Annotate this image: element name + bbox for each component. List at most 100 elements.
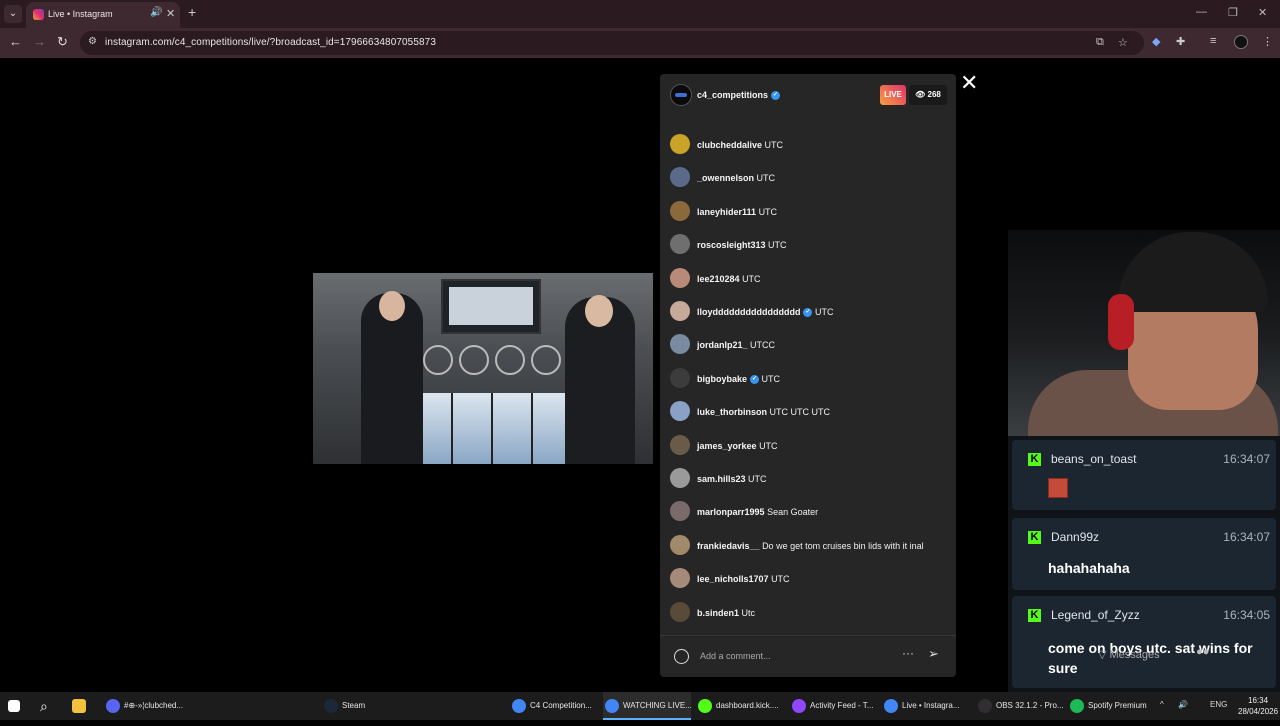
commenter-avatar[interactable] [670, 200, 690, 221]
kick-username: Dann99z [1051, 530, 1100, 544]
taskbar-app[interactable]: Spotify Premium [1068, 692, 1154, 720]
commenter-username[interactable]: marlonparr1995 Sean Goater [697, 507, 818, 517]
window-close-button[interactable]: ✕ [1258, 6, 1267, 19]
commenter-username[interactable]: sam.hills23 UTC [697, 474, 767, 484]
commenter-avatar[interactable] [670, 401, 690, 422]
comment-input[interactable] [700, 648, 890, 664]
taskbar-app[interactable]: C4 Competition... [510, 692, 598, 720]
commenter-username[interactable]: frankiedavis__ Do we get tom cruises bin… [697, 541, 924, 551]
commenter-username[interactable]: jordanlp21_ UTCC [697, 340, 775, 350]
taskbar-app-label: Activity Feed - T... [810, 701, 874, 710]
live-comment: roscosleight313 UTC [670, 234, 950, 256]
comment-text: UTC [814, 307, 834, 317]
tray-overflow-icon[interactable]: ^ [1160, 700, 1164, 709]
send-icon[interactable]: ➢ [928, 646, 939, 662]
commenter-username[interactable]: lloydddddddddddddddd ✓ UTC [697, 307, 834, 318]
commenter-username[interactable]: james_yorkee UTC [697, 441, 778, 451]
taskbar-app-icon [698, 699, 712, 713]
live-chat-panel: c4_competitions ✓ LIVE 👁 268 clubcheddali… [660, 74, 956, 677]
commenter-username[interactable]: lee210284 UTC [697, 274, 761, 284]
messages-overlay-label: ▽ Messages [1098, 649, 1160, 661]
commenter-avatar[interactable] [670, 134, 690, 154]
live-comment: sam.hills23 UTC [670, 468, 950, 490]
commenter-username[interactable]: luke_thorbinson UTC UTC UTC [697, 407, 830, 417]
comment-text: UTC [758, 206, 778, 217]
new-tab-button[interactable]: + [188, 4, 196, 20]
close-live-icon[interactable]: ✕ [960, 70, 978, 96]
kick-logo-icon: K [1028, 531, 1041, 544]
tab-instagram-live[interactable]: Live • Instagram 🔊 ✕ [26, 2, 180, 28]
taskbar-app-label: #⊕-»¦clubched... [124, 701, 184, 710]
forward-button[interactable]: → [33, 34, 46, 49]
install-app-icon[interactable]: ⧉ [1096, 36, 1104, 49]
taskbar-app[interactable]: OBS 32.1.2 - Pro... [976, 692, 1064, 720]
commenter-avatar[interactable] [670, 434, 690, 455]
commenter-avatar[interactable] [670, 334, 690, 355]
commenter-avatar[interactable] [670, 367, 690, 388]
comment-text: UTC [748, 474, 767, 484]
commenter-avatar[interactable] [670, 301, 690, 321]
tab-search-button[interactable]: ⌄ [4, 5, 22, 23]
commenter-avatar[interactable] [670, 568, 690, 589]
extensions-puzzle-icon[interactable]: ✚ [1176, 35, 1185, 48]
back-button[interactable]: ← [9, 34, 22, 49]
commenter-username[interactable]: clubcheddalive UTC [697, 140, 783, 150]
commenter-username[interactable]: _owennelson UTC [697, 173, 775, 183]
commenter-username[interactable]: bigboybake ✓ UTC [697, 374, 780, 384]
taskbar-app[interactable]: Steam [322, 692, 382, 720]
commenter-username[interactable]: laneyhider111 UTC [697, 207, 777, 217]
language-indicator[interactable]: ENG [1210, 700, 1227, 709]
kick-message: K beans_on_toast 16:34:07 [1012, 440, 1276, 510]
emoji-icon[interactable] [674, 649, 689, 664]
kick-timestamp: 16:34:07 [1223, 452, 1270, 466]
verified-badge-icon: ✓ [803, 308, 813, 318]
tab-close-icon[interactable]: ✕ [166, 7, 175, 20]
kick-timestamp: 16:34:05 [1223, 608, 1270, 622]
live-video[interactable] [313, 273, 653, 464]
tab-audio-icon[interactable]: 🔊 [150, 7, 162, 18]
extension-icon[interactable]: ◆ [1152, 35, 1160, 48]
taskbar-app[interactable]: WATCHING LIVE... [603, 692, 692, 720]
live-comment: marlonparr1995 Sean Goater [670, 501, 950, 523]
commenter-avatar[interactable] [670, 167, 690, 188]
reading-list-icon[interactable]: ≡ [1210, 35, 1216, 47]
taskbar-app[interactable]: dashboard.kick.... [696, 692, 784, 720]
comment-text: UTC [742, 273, 761, 284]
live-comment: lloydddddddddddddddd ✓ UTC [670, 301, 950, 323]
taskbar-app-label: WATCHING LIVE... [623, 701, 692, 710]
instagram-live-page: ✕ c4_competitions ✓ LIVE 👁 268 clubchedda… [0, 58, 1280, 692]
commenter-avatar[interactable] [670, 534, 690, 555]
comment-text: UTC [756, 173, 776, 184]
site-info-icon[interactable]: ⚙ [88, 36, 97, 47]
commenter-avatar[interactable] [670, 601, 690, 622]
kick-timestamp: 16:34:07 [1223, 530, 1270, 544]
search-icon[interactable]: ⌕ [40, 698, 48, 726]
more-options-icon[interactable]: ··· [902, 646, 914, 660]
taskbar-app-label: Steam [342, 701, 366, 710]
viewer-count-badge: 👁 268 [909, 85, 947, 105]
commenter-username[interactable]: lee_nicholls1707 UTC [697, 574, 790, 584]
commenter-username[interactable]: roscosleight313 UTC [697, 240, 787, 250]
taskbar-app[interactable]: Activity Feed - T... [790, 692, 878, 720]
live-comment: luke_thorbinson UTC UTC UTC [670, 401, 950, 423]
commenter-avatar[interactable] [670, 501, 690, 522]
bookmark-star-icon[interactable]: ☆ [1118, 36, 1128, 49]
host-username[interactable]: c4_competitions ✓ [697, 90, 781, 101]
url-text[interactable]: instagram.com/c4_competitions/live/?broa… [105, 37, 436, 48]
taskbar-app[interactable]: #⊕-»¦clubched... [104, 692, 190, 720]
system-clock[interactable]: 16:34 28/04/2026 [1238, 695, 1278, 717]
address-bar[interactable]: ⚙ instagram.com/c4_competitions/live/?br… [80, 31, 1144, 55]
profile-avatar[interactable] [1234, 35, 1248, 49]
host-avatar[interactable] [670, 84, 692, 106]
commenter-avatar[interactable] [670, 234, 690, 255]
commenter-avatar[interactable] [670, 267, 690, 288]
maximize-button[interactable]: ❐ [1228, 6, 1238, 19]
commenter-username[interactable]: b.sinden1 Utc [697, 608, 755, 618]
menu-kebab-icon[interactable]: ⋮ [1262, 35, 1273, 48]
reload-button[interactable]: ↻ [57, 34, 68, 50]
volume-icon[interactable]: 🔊 [1178, 700, 1188, 709]
commenter-avatar[interactable] [670, 468, 690, 488]
taskbar-app-label: dashboard.kick.... [716, 701, 779, 710]
taskbar-app[interactable]: Live • Instagra... [882, 692, 970, 720]
minimize-button[interactable]: — [1196, 6, 1207, 18]
